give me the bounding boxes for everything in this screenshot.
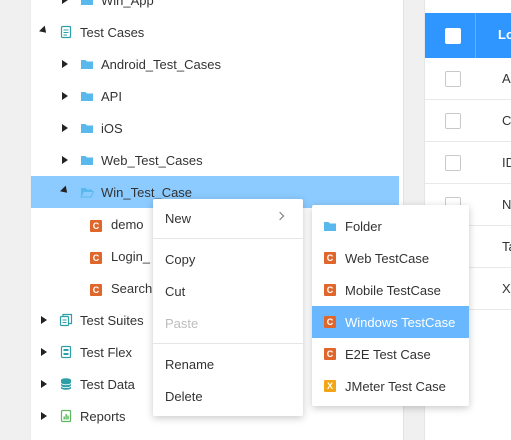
testcase-c-icon: C	[323, 315, 337, 329]
expand-toggle-icon[interactable]	[59, 0, 71, 6]
tree-item-label: Test Data	[80, 376, 135, 392]
table-row[interactable]: Cl	[425, 100, 511, 142]
row-checkbox[interactable]	[445, 113, 461, 129]
folder-icon	[80, 57, 94, 71]
test-suites-icon	[59, 313, 73, 327]
submenu-item-label: Folder	[345, 218, 382, 234]
tree-item-label: Android_Test_Cases	[101, 56, 221, 72]
tree-item-label: Login_	[111, 248, 151, 264]
tree-item-label: iOS	[101, 120, 123, 136]
table-row[interactable]: Ac	[425, 58, 511, 100]
context-menu: New Copy Cut Paste Rename Delete	[153, 199, 303, 416]
menu-item-rename[interactable]: Rename	[153, 348, 303, 380]
menu-item-copy[interactable]: Copy	[153, 243, 303, 275]
jmeter-x-icon: X	[323, 379, 337, 393]
testcase-c-icon: C	[323, 283, 337, 297]
tree-item-android-test-cases[interactable]: Android_Test_Cases	[31, 48, 399, 80]
row-checkbox[interactable]	[445, 155, 461, 171]
menu-item-paste: Paste	[165, 315, 199, 331]
select-all-checkbox[interactable]	[445, 28, 461, 44]
folder-icon	[80, 0, 94, 7]
submenu-item-jmeter-test-case[interactable]: X JMeter Test Case	[312, 370, 469, 402]
row-name-cell: Ta	[502, 239, 511, 254]
chevron-right-icon	[275, 211, 285, 221]
testcase-c-icon: C	[323, 251, 337, 265]
expand-toggle-icon[interactable]	[38, 346, 50, 358]
row-name-cell: XI	[502, 281, 511, 296]
header-divider	[475, 13, 476, 58]
menu-divider	[153, 343, 303, 344]
testcase-c-icon: C	[323, 347, 337, 361]
column-header-name[interactable]: Lo	[498, 27, 511, 42]
tree-item-label: demo	[111, 216, 144, 232]
submenu-item-web-testcase[interactable]: C Web TestCase	[312, 242, 469, 274]
expand-toggle-icon[interactable]	[38, 410, 50, 422]
new-submenu: Folder C Web TestCase C Mobile TestCase C Wind…	[312, 205, 469, 406]
expand-toggle-icon[interactable]	[59, 154, 71, 166]
tree-item-test-cases[interactable]: Test Cases	[31, 16, 399, 48]
tree-item-label: Reports	[80, 408, 126, 424]
tree-item-label: Win_Test_Case	[101, 184, 193, 200]
tree-item-label: API	[101, 88, 122, 104]
row-checkbox[interactable]	[445, 71, 461, 87]
tree-item-web-test-cases[interactable]: Web_Test_Cases	[31, 144, 399, 176]
expand-toggle-icon[interactable]	[59, 122, 71, 134]
tree-item-label: Web_Test_Cases	[101, 152, 203, 168]
testcase-c-icon: C	[90, 281, 104, 296]
menu-item-cut[interactable]: Cut	[153, 275, 303, 307]
expand-toggle-icon[interactable]	[59, 58, 71, 70]
submenu-item-windows-testcase[interactable]: C Windows TestCase	[312, 306, 469, 338]
grid-header: Lo	[425, 13, 511, 58]
testcase-c-icon: C	[90, 217, 104, 232]
submenu-item-mobile-testcase[interactable]: C Mobile TestCase	[312, 274, 469, 306]
folder-icon	[80, 153, 94, 167]
menu-item-delete[interactable]: Delete	[153, 380, 303, 412]
folder-open-icon	[80, 185, 95, 199]
expand-toggle-icon[interactable]	[38, 378, 50, 390]
submenu-item-label: Web TestCase	[345, 250, 430, 266]
submenu-item-label: E2E Test Case	[345, 346, 431, 362]
row-name-cell: Ac	[502, 71, 511, 86]
expand-toggle-icon[interactable]	[38, 314, 50, 326]
tree-item-label: Test Flex	[80, 344, 133, 360]
submenu-item-e2e-test-case[interactable]: C E2E Test Case	[312, 338, 469, 370]
submenu-item-folder[interactable]: Folder	[312, 210, 469, 242]
menu-item-new[interactable]: New	[153, 202, 303, 234]
folder-icon	[323, 219, 337, 233]
submenu-item-label: JMeter Test Case	[345, 378, 446, 394]
database-icon	[59, 377, 73, 391]
collapse-toggle-icon[interactable]	[38, 25, 50, 38]
file-list-icon	[59, 25, 73, 39]
row-name-cell: N	[502, 197, 511, 212]
tree-item-api[interactable]: API	[31, 80, 399, 112]
tree-item-label: Search	[111, 280, 153, 296]
submenu-item-label: Mobile TestCase	[345, 282, 441, 298]
folder-icon	[80, 121, 94, 135]
tree-item-label: Test Suites	[80, 312, 144, 328]
test-flex-icon	[59, 345, 73, 359]
row-name-cell: Cl	[502, 113, 511, 128]
testcase-c-icon: C	[90, 249, 104, 264]
menu-item-new-label: New	[165, 210, 192, 226]
tree-item-win-app[interactable]: Win_App	[31, 0, 399, 16]
collapse-toggle-icon[interactable]	[59, 185, 71, 198]
tree-item-ios[interactable]: iOS	[31, 112, 399, 144]
row-name-cell: ID	[502, 155, 511, 170]
menu-divider	[153, 238, 303, 239]
expand-toggle-icon[interactable]	[59, 90, 71, 102]
folder-icon	[80, 89, 94, 103]
reports-icon	[59, 409, 73, 423]
submenu-item-label: Windows TestCase	[345, 314, 456, 330]
table-row[interactable]: ID	[425, 142, 511, 184]
tree-item-label: Test Cases	[80, 24, 145, 40]
tree-item-label: Win_App	[101, 0, 154, 8]
